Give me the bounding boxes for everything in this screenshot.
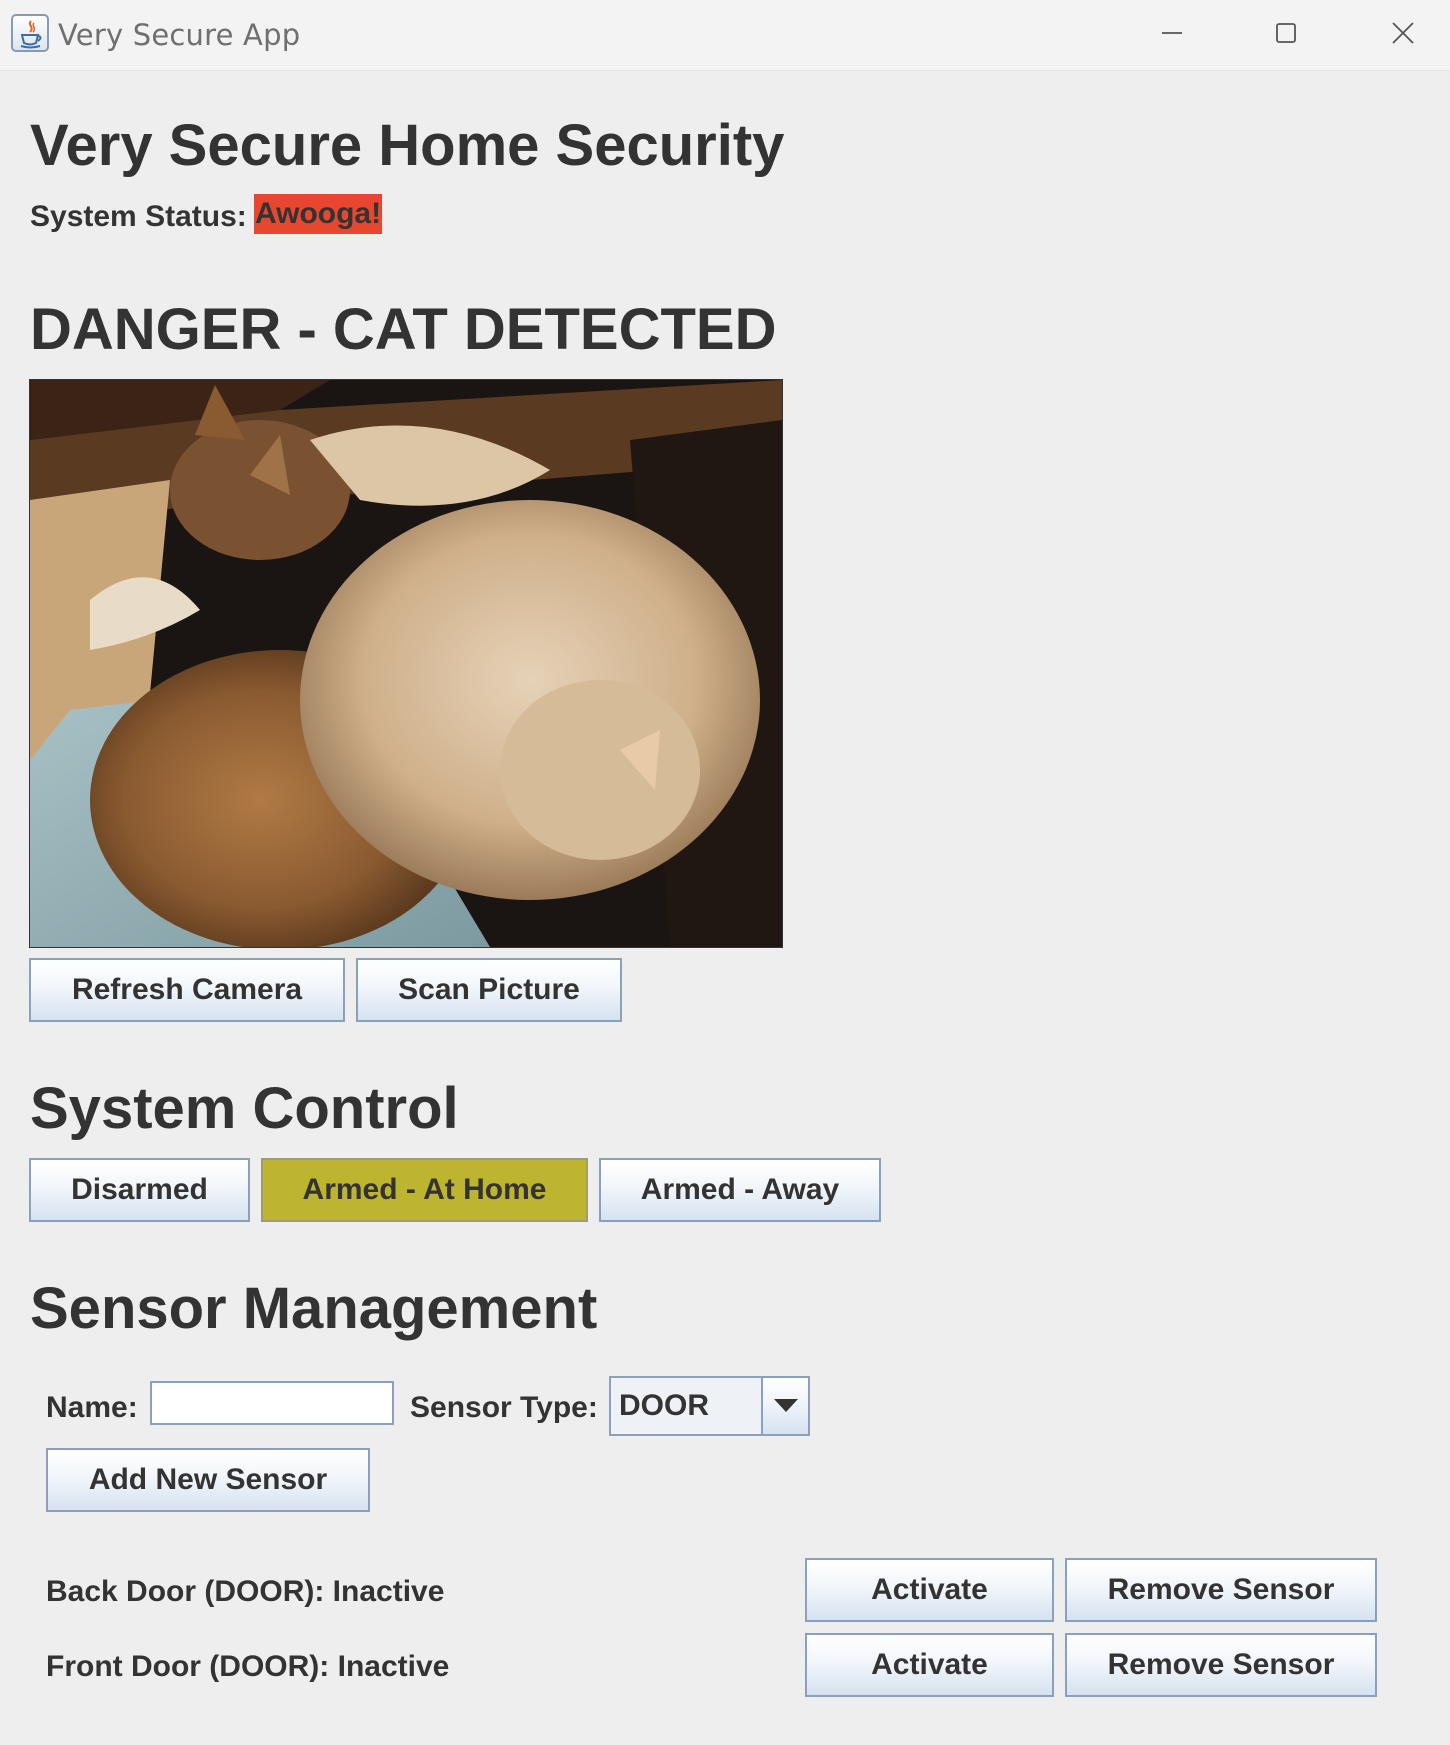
java-cup-icon bbox=[11, 14, 49, 52]
sensor-row-label: Front Door (DOOR): Inactive bbox=[46, 1650, 450, 1683]
minimize-icon bbox=[1162, 32, 1182, 34]
camera-alert-heading: DANGER - CAT DETECTED bbox=[30, 297, 777, 362]
camera-image bbox=[29, 379, 783, 948]
system-status-label: System Status: bbox=[30, 200, 247, 233]
close-button[interactable] bbox=[1373, 10, 1433, 56]
minimize-button[interactable] bbox=[1141, 10, 1201, 56]
add-new-sensor-button[interactable]: Add New Sensor bbox=[46, 1448, 370, 1512]
refresh-camera-button[interactable]: Refresh Camera bbox=[29, 958, 345, 1022]
system-control-heading: System Control bbox=[30, 1076, 459, 1141]
sensor-type-select[interactable]: DOOR bbox=[609, 1376, 810, 1436]
sensor-row-label: Back Door (DOOR): Inactive bbox=[46, 1575, 445, 1608]
window-title: Very Secure App bbox=[58, 18, 301, 52]
sensor-activate-button[interactable]: Activate bbox=[805, 1558, 1054, 1622]
sensor-management-heading: Sensor Management bbox=[30, 1276, 598, 1341]
name-field-label: Name: bbox=[46, 1391, 138, 1424]
mode-armed-away-button[interactable]: Armed - Away bbox=[599, 1158, 881, 1222]
sensor-name-input[interactable] bbox=[150, 1381, 394, 1425]
mode-armed-home-button[interactable]: Armed - At Home bbox=[261, 1158, 588, 1222]
chevron-down-icon bbox=[774, 1399, 798, 1412]
dropdown-arrow-button[interactable] bbox=[761, 1378, 808, 1434]
sensor-type-label: Sensor Type: bbox=[410, 1391, 598, 1424]
sensor-remove-button[interactable]: Remove Sensor bbox=[1065, 1633, 1377, 1697]
page-title: Very Secure Home Security bbox=[30, 113, 785, 178]
sensor-remove-button[interactable]: Remove Sensor bbox=[1065, 1558, 1377, 1622]
system-status-badge: Awooga! bbox=[254, 194, 383, 234]
mode-disarmed-button[interactable]: Disarmed bbox=[29, 1158, 250, 1222]
title-bar: Very Secure App bbox=[0, 0, 1450, 71]
sensor-type-value: DOOR bbox=[619, 1389, 709, 1422]
scan-picture-button[interactable]: Scan Picture bbox=[356, 958, 622, 1022]
sensor-activate-button[interactable]: Activate bbox=[805, 1633, 1054, 1697]
close-icon bbox=[1392, 22, 1414, 44]
app-window: Very Secure App Very Secure Home Securit… bbox=[0, 0, 1450, 1745]
maximize-button[interactable] bbox=[1256, 10, 1316, 56]
maximize-icon bbox=[1276, 23, 1296, 43]
